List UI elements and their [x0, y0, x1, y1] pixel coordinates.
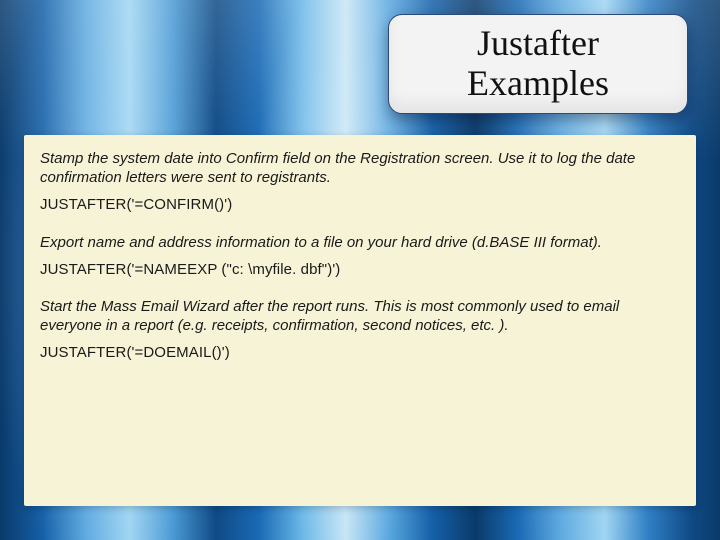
title-box: Justafter Examples — [388, 14, 688, 114]
example-description: Stamp the system date into Confirm field… — [40, 149, 680, 187]
content-card: Stamp the system date into Confirm field… — [24, 135, 696, 506]
slide-title: Justafter Examples — [407, 24, 669, 103]
example-block: Start the Mass Email Wizard after the re… — [40, 297, 680, 363]
example-block: Export name and address information to a… — [40, 233, 680, 279]
example-description: Start the Mass Email Wizard after the re… — [40, 297, 680, 335]
example-description: Export name and address information to a… — [40, 233, 680, 252]
example-code: JUSTAFTER('=DOEMAIL()') — [40, 343, 680, 362]
example-block: Stamp the system date into Confirm field… — [40, 149, 680, 215]
example-code: JUSTAFTER('=NAMEEXP ("c: \myfile. dbf")'… — [40, 260, 680, 279]
example-code: JUSTAFTER('=CONFIRM()') — [40, 195, 680, 214]
